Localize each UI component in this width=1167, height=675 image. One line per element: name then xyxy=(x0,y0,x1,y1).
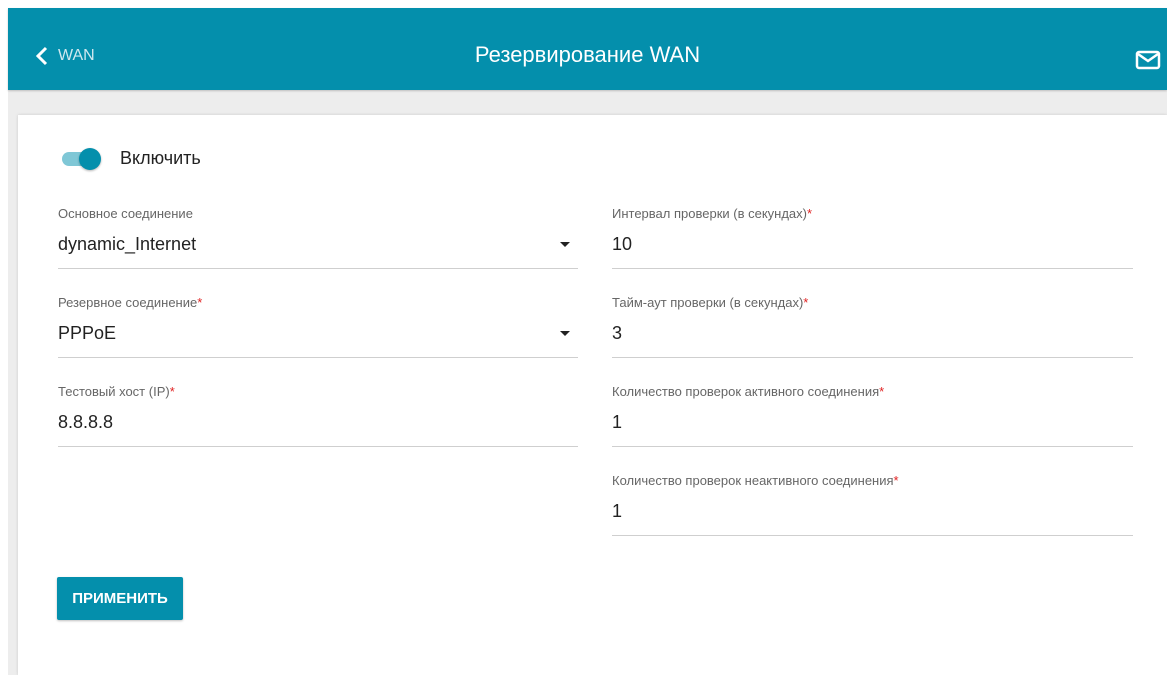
header-bar: WAN Резервирование WAN xyxy=(8,8,1167,90)
test-host-field[interactable]: Тестовый хост (IP)* 8.8.8.8 xyxy=(58,384,578,447)
interval-label: Интервал проверки (в секундах)* xyxy=(612,206,813,221)
inactive-checks-label: Количество проверок неактивного соединен… xyxy=(612,473,899,488)
field-underline xyxy=(612,268,1133,269)
toggle-track[interactable] xyxy=(62,147,101,170)
field-underline xyxy=(612,357,1133,358)
active-checks-input[interactable]: 1 xyxy=(612,412,1133,433)
dropdown-caret-icon[interactable] xyxy=(560,242,570,247)
test-host-label: Тестовый хост (IP)* xyxy=(58,384,175,399)
interval-field[interactable]: Интервал проверки (в секундах)* 10 xyxy=(612,206,1133,269)
interval-input[interactable]: 10 xyxy=(612,234,1133,255)
dropdown-caret-icon[interactable] xyxy=(560,331,570,336)
primary-connection-select[interactable]: Основное соединение dynamic_Internet xyxy=(58,206,578,269)
inactive-checks-field[interactable]: Количество проверок неактивного соединен… xyxy=(612,473,1133,536)
timeout-field[interactable]: Тайм-аут проверки (в секундах)* 3 xyxy=(612,295,1133,358)
backup-connection-select[interactable]: Резервное соединение* PPPoE xyxy=(58,295,578,358)
test-host-input[interactable]: 8.8.8.8 xyxy=(58,412,578,433)
mail-button[interactable] xyxy=(1135,50,1161,75)
active-checks-label: Количество проверок активного соединения… xyxy=(612,384,885,399)
apply-button[interactable]: ПРИМЕНИТЬ xyxy=(57,577,183,620)
page-title: Резервирование WAN xyxy=(474,42,701,67)
field-underline xyxy=(612,535,1133,536)
backup-connection-label: Резервное соединение* xyxy=(58,295,203,310)
field-underline xyxy=(58,268,578,269)
enable-toggle[interactable]: Включить xyxy=(62,147,201,170)
primary-connection-value[interactable]: dynamic_Internet xyxy=(58,234,578,255)
field-underline xyxy=(58,446,578,447)
field-underline xyxy=(612,446,1133,447)
enable-label: Включить xyxy=(120,148,201,168)
mail-icon xyxy=(1135,50,1161,70)
toggle-knob[interactable] xyxy=(79,147,101,170)
timeout-input[interactable]: 3 xyxy=(612,323,1133,344)
primary-connection-label: Основное соединение xyxy=(58,206,193,221)
timeout-label: Тайм-аут проверки (в секундах)* xyxy=(612,295,809,310)
backup-connection-value[interactable]: PPPoE xyxy=(58,323,578,344)
active-checks-field[interactable]: Количество проверок активного соединения… xyxy=(612,384,1133,447)
inactive-checks-input[interactable]: 1 xyxy=(612,501,1133,522)
field-underline xyxy=(58,357,578,358)
